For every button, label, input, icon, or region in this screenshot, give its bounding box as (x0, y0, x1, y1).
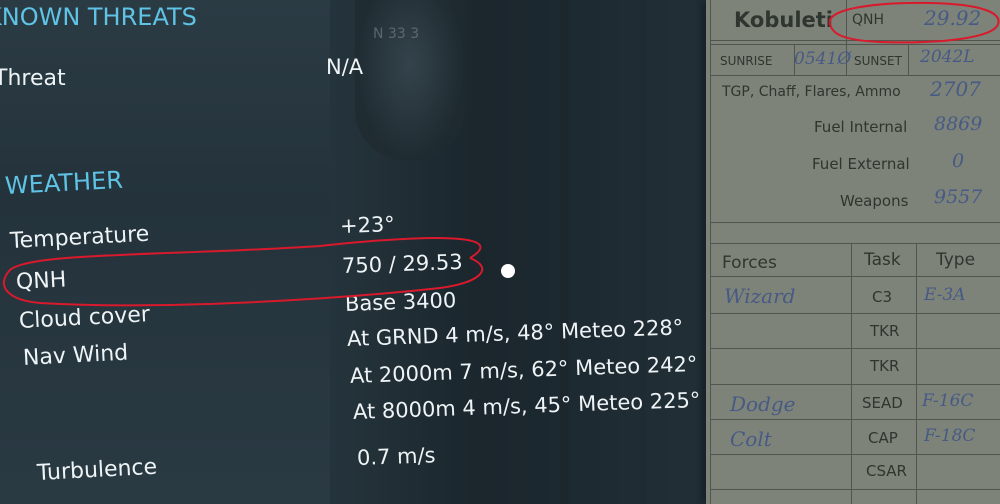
airfield-name: Kobuleti (734, 8, 833, 32)
grid-line (710, 276, 1000, 277)
weapons-label: Weapons (840, 192, 909, 210)
type-cell: F-16C (922, 391, 974, 411)
compass-digits: N 33 3 (373, 26, 420, 42)
grid-line (916, 243, 917, 504)
loadout-label: TGP, Chaff, Flares, Ammo (722, 84, 901, 100)
task-cell: TKR (870, 322, 900, 340)
kneeboard-qnh-label: QNH (852, 12, 885, 28)
grid-line (710, 384, 1000, 385)
screenshot-scene: N 33 3 KNOWN THREATS Threat N/A WEATHER … (0, 0, 1000, 504)
task-cell: CSAR (866, 462, 907, 480)
grid-line (710, 348, 1000, 349)
fuel-internal-label: Fuel Internal (814, 118, 908, 136)
cloud-cover-value: Base 3400 (344, 288, 457, 316)
kneeboard-qnh-value: 29.92 (924, 6, 982, 30)
weapons-value: 9557 (934, 186, 983, 208)
force-name: Wizard (724, 284, 796, 308)
canopy-frame (560, 0, 568, 504)
fuel-external-label: Fuel External (812, 155, 910, 173)
task-cell: CAP (868, 429, 898, 447)
sunrise-value: 0541Ø (794, 49, 852, 69)
qnh-value: 750 / 29.53 (341, 249, 463, 278)
turbulence-value: 0.7 m/s (356, 443, 436, 470)
grid-line (710, 44, 1000, 45)
grid-line (908, 44, 909, 75)
threat-label: Threat (0, 66, 66, 91)
temperature-value: +23° (339, 212, 396, 238)
task-cell: SEAD (862, 394, 903, 412)
force-name: Colt (730, 427, 772, 451)
grid-line (710, 454, 1000, 455)
grid-line (710, 40, 1000, 41)
sunset-value: 2042L (920, 47, 975, 67)
qnh-label: QNH (15, 267, 67, 295)
force-name: Dodge (730, 392, 796, 416)
sunset-label: SUNSET (854, 54, 902, 68)
fuel-external-value: 0 (952, 150, 965, 172)
grid-line (851, 243, 852, 504)
task-cell: C3 (872, 288, 893, 306)
type-cell: E-3A (924, 285, 966, 305)
task-header: Task (864, 250, 901, 270)
grid-line (710, 243, 1000, 244)
grid-line (710, 222, 1000, 223)
forces-header: Forces (722, 253, 777, 273)
known-threats-heading: KNOWN THREATS (0, 3, 197, 31)
grid-line (710, 313, 1000, 314)
loadout-value: 2707 (930, 77, 981, 101)
type-header: Type (936, 250, 976, 270)
grid-line (710, 419, 1000, 420)
sunrise-label: SUNRISE (720, 54, 773, 68)
task-cell: TKR (870, 357, 900, 375)
compass-gauge: N 33 3 (355, 0, 465, 160)
pointer-cursor (501, 264, 515, 278)
canopy-frame-2 (640, 0, 646, 504)
grid-line (710, 75, 1000, 76)
fuel-internal-value: 8869 (934, 113, 983, 135)
kneeboard-card: Kobuleti QNH 29.92 SUNRISE 0541Ø SUNSET … (706, 0, 1000, 504)
grid-line (710, 489, 1000, 490)
type-cell: F-18C (924, 426, 976, 446)
threat-value: N/A (326, 55, 364, 79)
